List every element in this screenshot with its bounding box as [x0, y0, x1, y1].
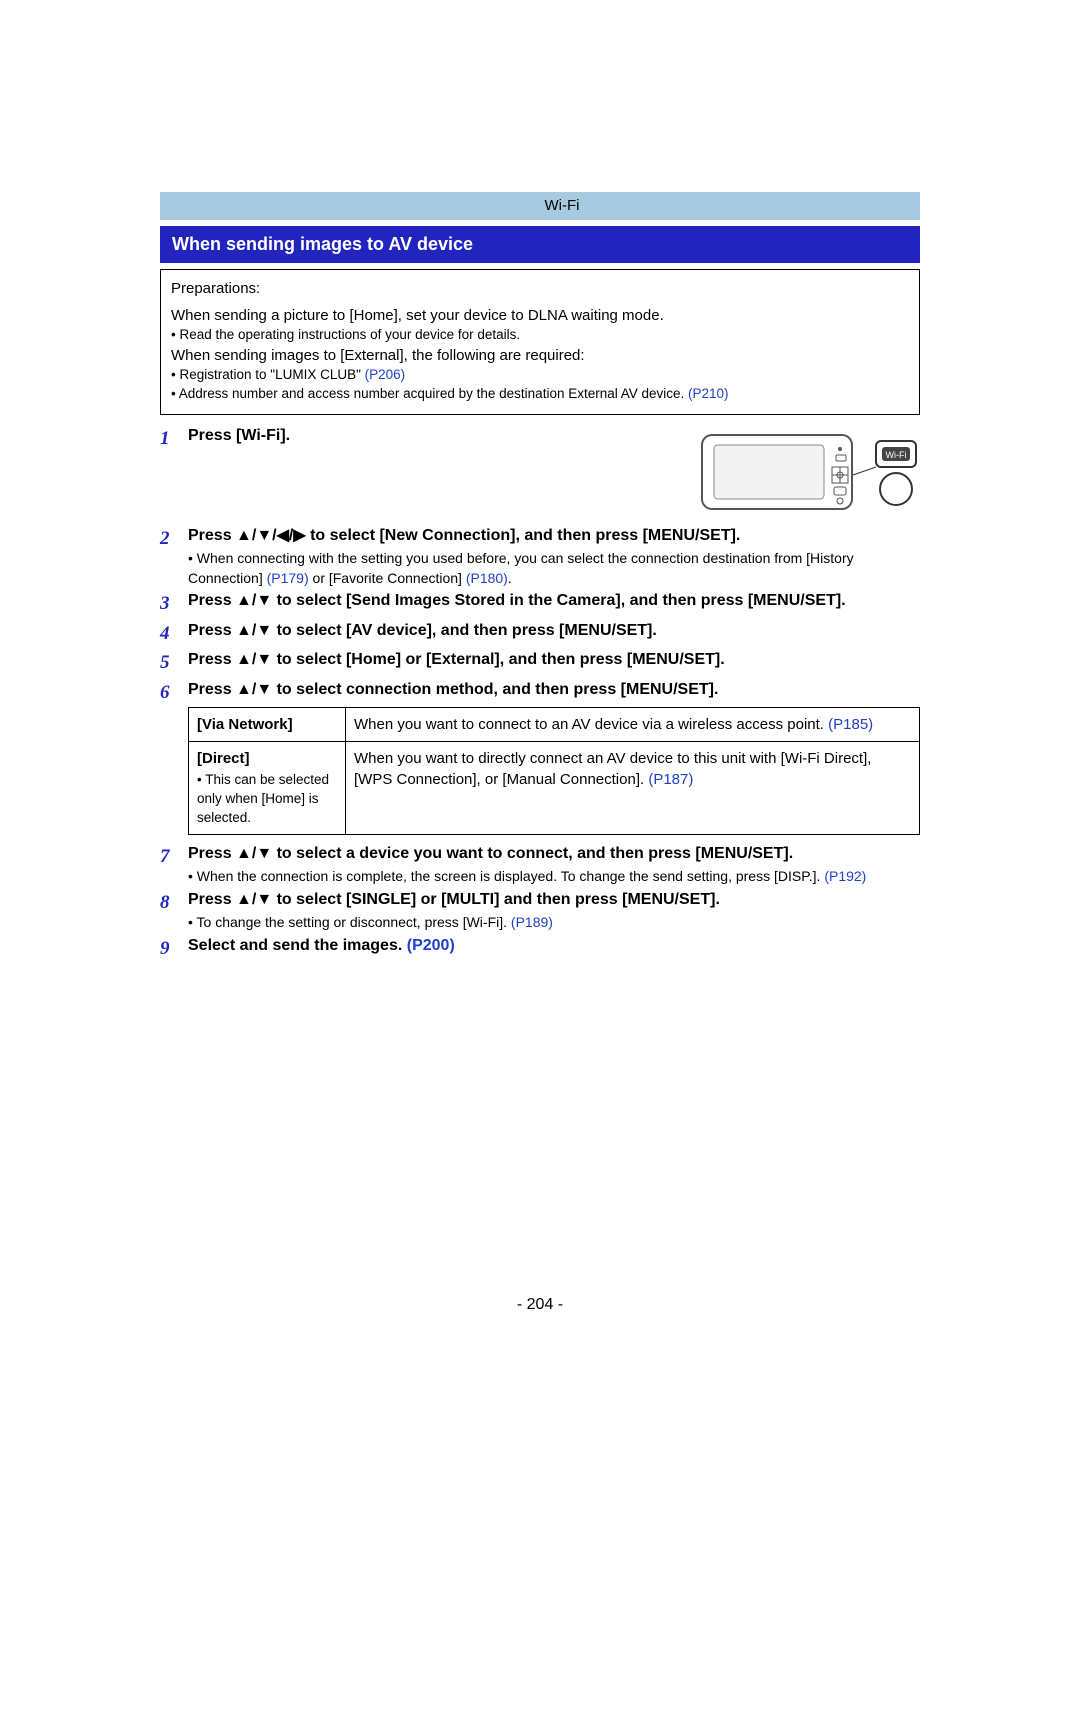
step-9-text: Select and send the images.: [188, 937, 407, 954]
prep-line2: • Read the operating instructions of you…: [171, 326, 909, 345]
table-row: [Direct] • This can be selected only whe…: [189, 742, 920, 835]
step-num: 8: [160, 889, 188, 933]
step-num: 6: [160, 679, 188, 841]
connection-method-table: [Via Network] When you want to connect t…: [188, 707, 920, 835]
camera-illustration: Wi-Fi: [700, 429, 920, 515]
direct-desc: When you want to directly connect an AV …: [354, 750, 871, 788]
step-1: 1: [160, 425, 920, 523]
preparations-box: Preparations: When sending a picture to …: [160, 269, 920, 415]
prep-line3: When sending images to [External], the f…: [171, 345, 909, 366]
via-network-desc: When you want to connect to an AV device…: [354, 716, 828, 733]
step-6-text: Press ▲/▼ to select connection method, a…: [188, 681, 718, 698]
step-9: 9 Select and send the images. (P200): [160, 935, 920, 963]
step-2-note: • When connecting with the setting you u…: [188, 549, 920, 588]
step-num: 5: [160, 649, 188, 677]
step-8: 8 Press ▲/▼ to select [SINGLE] or [MULTI…: [160, 889, 920, 933]
step-7-note: • When the connection is complete, the s…: [188, 867, 920, 887]
wifi-badge-text: Wi-Fi: [886, 450, 907, 460]
step-num: 2: [160, 525, 188, 589]
camera-icon: Wi-Fi: [700, 429, 920, 515]
prep-line5: • Address number and access number acqui…: [171, 385, 909, 404]
step-num: 4: [160, 620, 188, 648]
table-row: [Via Network] When you want to connect t…: [189, 708, 920, 742]
step-3: 3 Press ▲/▼ to select [Send Images Store…: [160, 590, 920, 618]
nav-prev-area[interactable]: [160, 192, 204, 220]
table-cell: When you want to directly connect an AV …: [346, 742, 920, 835]
steps-list: 1: [160, 425, 920, 963]
link-p189[interactable]: (P189): [511, 914, 553, 930]
step-8-note: • To change the setting or disconnect, p…: [188, 913, 920, 933]
prep-line4-text: • Registration to "LUMIX CLUB": [171, 367, 365, 382]
step-7-text: Press ▲/▼ to select a device you want to…: [188, 845, 793, 862]
step-5: 5 Press ▲/▼ to select [Home] or [Externa…: [160, 649, 920, 677]
link-p210[interactable]: (P210): [688, 386, 729, 401]
prep-label: Preparations:: [171, 278, 909, 299]
link-p200[interactable]: (P200): [407, 937, 455, 954]
link-p206[interactable]: (P206): [365, 367, 406, 382]
step-4-text: Press ▲/▼ to select [AV device], and the…: [188, 622, 657, 639]
step-6: 6 Press ▲/▼ to select connection method,…: [160, 679, 920, 841]
step-7: 7 Press ▲/▼ to select a device you want …: [160, 843, 920, 887]
section-heading: When sending images to AV device: [160, 226, 920, 263]
step-7-note-text: • When the connection is complete, the s…: [188, 868, 824, 884]
prep-line5-text: • Address number and access number acqui…: [171, 386, 688, 401]
table-cell: When you want to connect to an AV device…: [346, 708, 920, 742]
step-num: 3: [160, 590, 188, 618]
step-8-text: Press ▲/▼ to select [SINGLE] or [MULTI] …: [188, 891, 720, 908]
step-2-note-b: or [Favorite Connection]: [309, 570, 466, 586]
step-5-text: Press ▲/▼ to select [Home] or [External]…: [188, 651, 725, 668]
opt-via-network: [Via Network]: [197, 716, 293, 733]
step-num: 1: [160, 425, 188, 523]
manual-page: Wi-Fi When sending images to AV device P…: [160, 192, 920, 963]
prep-line1: When sending a picture to [Home], set yo…: [171, 305, 909, 326]
link-p192[interactable]: (P192): [824, 868, 866, 884]
link-p187[interactable]: (P187): [648, 771, 693, 788]
opt-direct: [Direct]: [197, 750, 250, 767]
step-2-text: Press ▲/▼/◀/▶ to select [New Connection]…: [188, 527, 740, 544]
page-number: - 204 -: [160, 1296, 920, 1314]
opt-direct-note: • This can be selected only when [Home] …: [197, 771, 337, 828]
step-num: 7: [160, 843, 188, 887]
step-8-note-text: • To change the setting or disconnect, p…: [188, 914, 511, 930]
header-label: Wi-Fi: [204, 192, 920, 220]
prep-line4: • Registration to "LUMIX CLUB" (P206): [171, 366, 909, 385]
link-p179[interactable]: (P179): [267, 570, 309, 586]
step-4: 4 Press ▲/▼ to select [AV device], and t…: [160, 620, 920, 648]
step-2-note-c: .: [508, 570, 512, 586]
step-3-text: Press ▲/▼ to select [Send Images Stored …: [188, 592, 846, 609]
step-1-text: Press [Wi-Fi].: [188, 427, 290, 444]
step-num: 9: [160, 935, 188, 963]
step-2: 2 Press ▲/▼/◀/▶ to select [New Connectio…: [160, 525, 920, 589]
link-p180[interactable]: (P180): [466, 570, 508, 586]
link-p185[interactable]: (P185): [828, 716, 873, 733]
header-tab-row: Wi-Fi: [160, 192, 920, 220]
